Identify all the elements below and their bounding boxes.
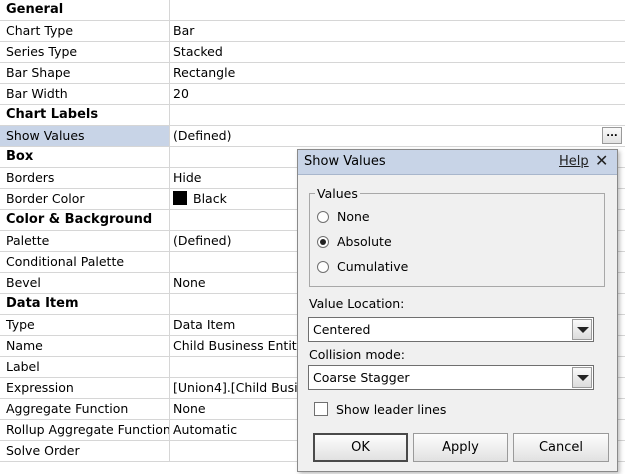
property-value-text: Child Business Entity <box>173 338 305 353</box>
property-value[interactable]: Rectangle <box>171 63 625 83</box>
values-legend: Values <box>315 186 360 201</box>
property-name: Type <box>0 315 170 335</box>
property-name: Show Values <box>0 126 170 146</box>
property-value <box>171 105 625 125</box>
property-name: Aggregate Function <box>0 399 170 419</box>
value-location-label: Value Location: <box>309 296 405 311</box>
property-value-text: Automatic <box>173 422 238 437</box>
leader-lines-checkbox[interactable] <box>314 402 328 416</box>
property-value-text: Data Item <box>173 317 236 332</box>
apply-button[interactable]: Apply <box>413 433 508 462</box>
property-value[interactable]: Stacked <box>171 42 625 62</box>
property-value-text: Black <box>193 191 227 206</box>
radio-absolute-label: Absolute <box>337 234 392 249</box>
section-title: Chart Labels <box>0 105 170 125</box>
value-location-select[interactable]: Centered <box>308 317 594 342</box>
property-value-text: Rectangle <box>173 65 236 80</box>
property-name: Chart Type <box>0 21 170 41</box>
chevron-down-icon[interactable] <box>572 367 592 388</box>
property-row-bar-width[interactable]: Bar Width 20 <box>0 84 625 105</box>
radio-absolute-button[interactable] <box>317 236 329 248</box>
property-name: Conditional Palette <box>0 252 170 272</box>
ok-button[interactable]: OK <box>313 433 408 462</box>
property-name: Bevel <box>0 273 170 293</box>
property-value-text: (Defined) <box>173 233 232 248</box>
dialog-title-bar: Show Values Help ✕ <box>298 150 617 175</box>
property-name: Rollup Aggregate Function <box>0 420 170 440</box>
close-icon[interactable]: ✕ <box>595 151 608 170</box>
collision-mode-label: Collision mode: <box>309 347 405 362</box>
property-row-show-values[interactable]: Show Values (Defined)... <box>0 126 625 147</box>
property-value-text: None <box>173 275 206 290</box>
property-name: Borders <box>0 168 170 188</box>
property-name: Label <box>0 357 170 377</box>
cancel-button[interactable]: Cancel <box>513 433 609 462</box>
property-name: Name <box>0 336 170 356</box>
property-value-text: 20 <box>173 86 189 101</box>
ellipsis-button[interactable]: ... <box>602 127 622 144</box>
property-value[interactable]: 20 <box>171 84 625 104</box>
show-values-dialog: Show Values Help ✕ Values None Absolute … <box>297 149 618 472</box>
property-name: Bar Width <box>0 84 170 104</box>
property-value[interactable]: Bar <box>171 21 625 41</box>
section-title: General <box>0 0 170 20</box>
color-swatch <box>173 191 187 205</box>
radio-cumulative-button[interactable] <box>317 261 329 273</box>
radio-none-button[interactable] <box>317 211 329 223</box>
property-value[interactable]: (Defined) <box>171 126 625 146</box>
property-name: Border Color <box>0 189 170 209</box>
property-row-chart-type[interactable]: Chart Type Bar <box>0 21 625 42</box>
property-value-text: None <box>173 401 206 416</box>
leader-lines-label: Show leader lines <box>336 402 447 417</box>
help-link[interactable]: Help <box>559 154 589 169</box>
section-title: Color & Background <box>0 210 170 230</box>
property-name: Expression <box>0 378 170 398</box>
property-name: Bar Shape <box>0 63 170 83</box>
value-location-value: Centered <box>313 322 371 337</box>
radio-none-label: None <box>337 209 370 224</box>
radio-cumulative-label: Cumulative <box>337 259 409 274</box>
property-value-text: (Defined) <box>173 128 232 143</box>
property-name: Palette <box>0 231 170 251</box>
property-name: Series Type <box>0 42 170 62</box>
property-value-text: Bar <box>173 23 195 38</box>
section-chart-labels: Chart Labels <box>0 105 625 126</box>
chevron-down-icon[interactable] <box>572 319 592 340</box>
section-title: Data Item <box>0 294 170 314</box>
section-title: Box <box>0 147 170 167</box>
property-value-text: Hide <box>173 170 202 185</box>
collision-mode-value: Coarse Stagger <box>313 370 410 385</box>
section-general: General <box>0 0 625 21</box>
property-row-series-type[interactable]: Series Type Stacked <box>0 42 625 63</box>
property-value <box>171 0 625 20</box>
property-row-bar-shape[interactable]: Bar Shape Rectangle <box>0 63 625 84</box>
property-value-text: Stacked <box>173 44 223 59</box>
dialog-title: Show Values <box>304 154 386 169</box>
collision-mode-select[interactable]: Coarse Stagger <box>308 365 594 390</box>
property-name: Solve Order <box>0 441 170 461</box>
